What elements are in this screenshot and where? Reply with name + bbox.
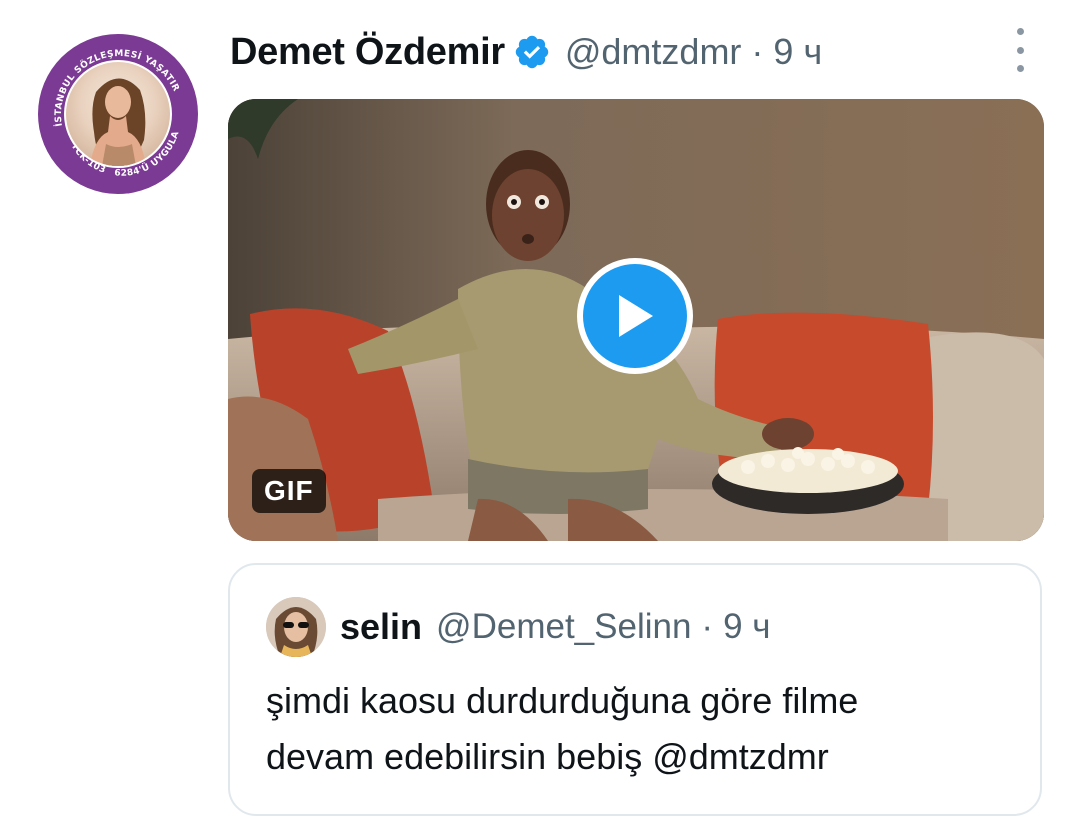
header-separator: ·	[751, 31, 764, 72]
quoted-tweet-header: selin @Demet_Selinn · 9 ч	[266, 595, 771, 659]
author-display-name[interactable]: Demet Özdemir	[230, 31, 505, 74]
gif-media[interactable]: GIF	[228, 99, 1044, 541]
quoted-header-separator: ·	[701, 607, 714, 646]
gif-badge: GIF	[252, 469, 326, 513]
more-dot	[1016, 46, 1024, 54]
tweet-timestamp[interactable]: 9 ч	[773, 31, 822, 73]
play-button[interactable]	[577, 258, 693, 374]
more-dot	[1016, 65, 1024, 72]
tweet-header: Demet Özdemir @dmtzdmr · 9 ч	[230, 24, 822, 80]
author-handle[interactable]: @dmtzdmr	[565, 31, 742, 73]
avatar-photo	[66, 62, 170, 166]
quoted-tweet-text-line: şimdi kaosu durdurduğuna göre filme	[266, 680, 859, 721]
quoted-author-handle[interactable]: @Demet_Selinn	[436, 607, 691, 647]
tweet: İSTANBUL SÖZLEŞMESİ YAŞATIR TCK-103 6284…	[0, 0, 1080, 838]
quoted-author-avatar[interactable]	[266, 597, 326, 657]
author-avatar[interactable]: İSTANBUL SÖZLEŞMESİ YAŞATIR TCK-103 6284…	[38, 34, 198, 194]
more-vertical-icon[interactable]	[1004, 28, 1036, 72]
quoted-tweet-text-line: devam edebilirsin bebiş @dmtzdmr	[266, 736, 829, 777]
verified-badge-icon	[513, 33, 551, 71]
quoted-tweet-timestamp[interactable]: 9 ч	[723, 607, 770, 647]
quoted-tweet-text: şimdi kaosu durdurduğuna göre filme deva…	[266, 673, 1016, 785]
quoted-tweet[interactable]: selin @Demet_Selinn · 9 ч şimdi kaosu du…	[228, 563, 1042, 816]
more-dot	[1016, 28, 1024, 35]
quoted-author-display-name[interactable]: selin	[340, 606, 422, 648]
play-icon	[583, 264, 687, 368]
